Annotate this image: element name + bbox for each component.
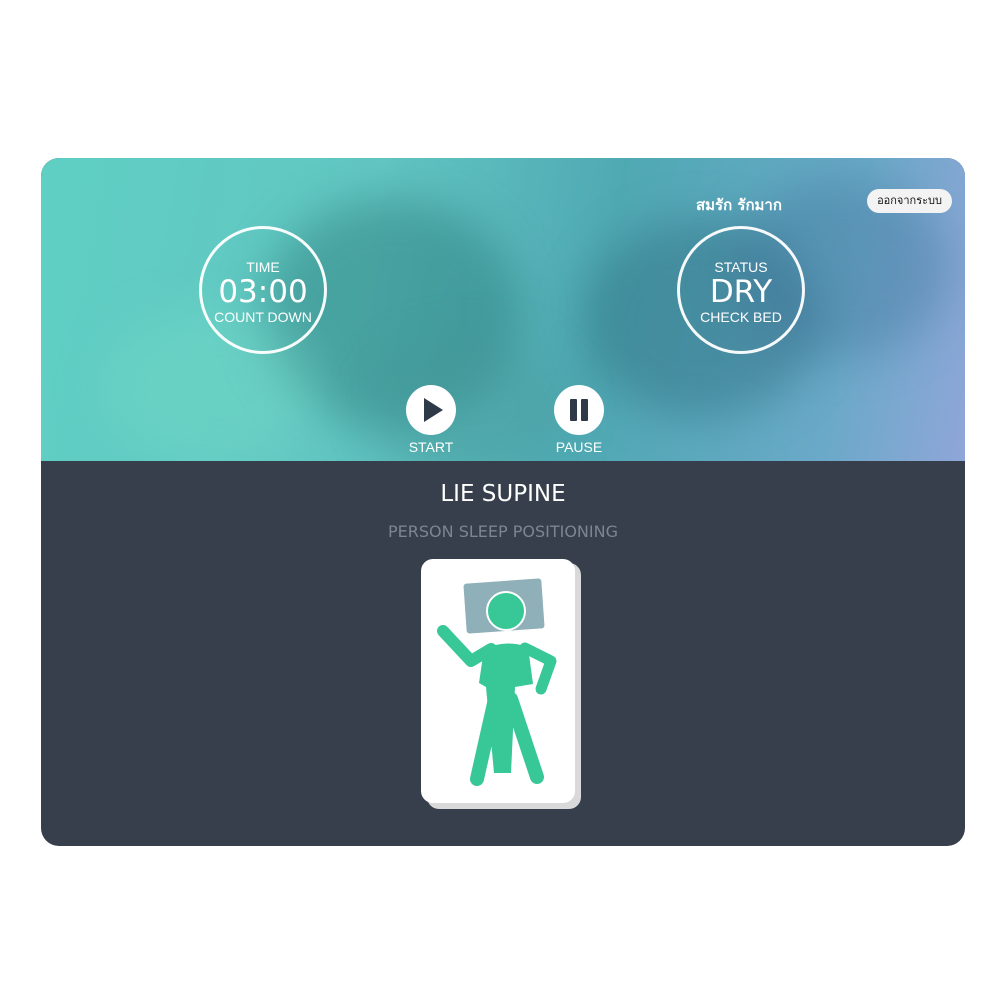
- pause-label: PAUSE: [555, 439, 603, 455]
- pause-icon[interactable]: [554, 385, 604, 435]
- start-button[interactable]: START: [396, 385, 466, 455]
- countdown-label: COUNT DOWN: [214, 309, 312, 325]
- status-label: STATUS: [714, 259, 768, 275]
- position-title: LIE SUPINE: [440, 481, 566, 507]
- pause-button[interactable]: PAUSE: [544, 385, 614, 455]
- play-icon[interactable]: [406, 385, 456, 435]
- position-subtitle: PERSON SLEEP POSITIONING: [388, 522, 618, 541]
- start-label: START: [408, 439, 454, 455]
- status-ring: STATUS DRY CHECK BED: [677, 226, 805, 354]
- timer-ring: TIME 03:00 COUNT DOWN: [199, 226, 327, 354]
- timer-value: 03:00: [218, 274, 308, 310]
- check-bed-label: CHECK BED: [700, 309, 782, 325]
- timer-label: TIME: [246, 259, 280, 275]
- logout-button[interactable]: ออกจากระบบ: [867, 189, 952, 213]
- user-name: สมรัก รักมาก: [696, 196, 782, 214]
- main-card: สมรัก รักมาก ออกจากระบบ TIME 03:00 COUNT…: [41, 158, 965, 846]
- person-supine-bed-icon: [421, 559, 583, 811]
- hero-banner: สมรัก รักมาก ออกจากระบบ TIME 03:00 COUNT…: [41, 158, 965, 461]
- status-value: DRY: [709, 274, 773, 310]
